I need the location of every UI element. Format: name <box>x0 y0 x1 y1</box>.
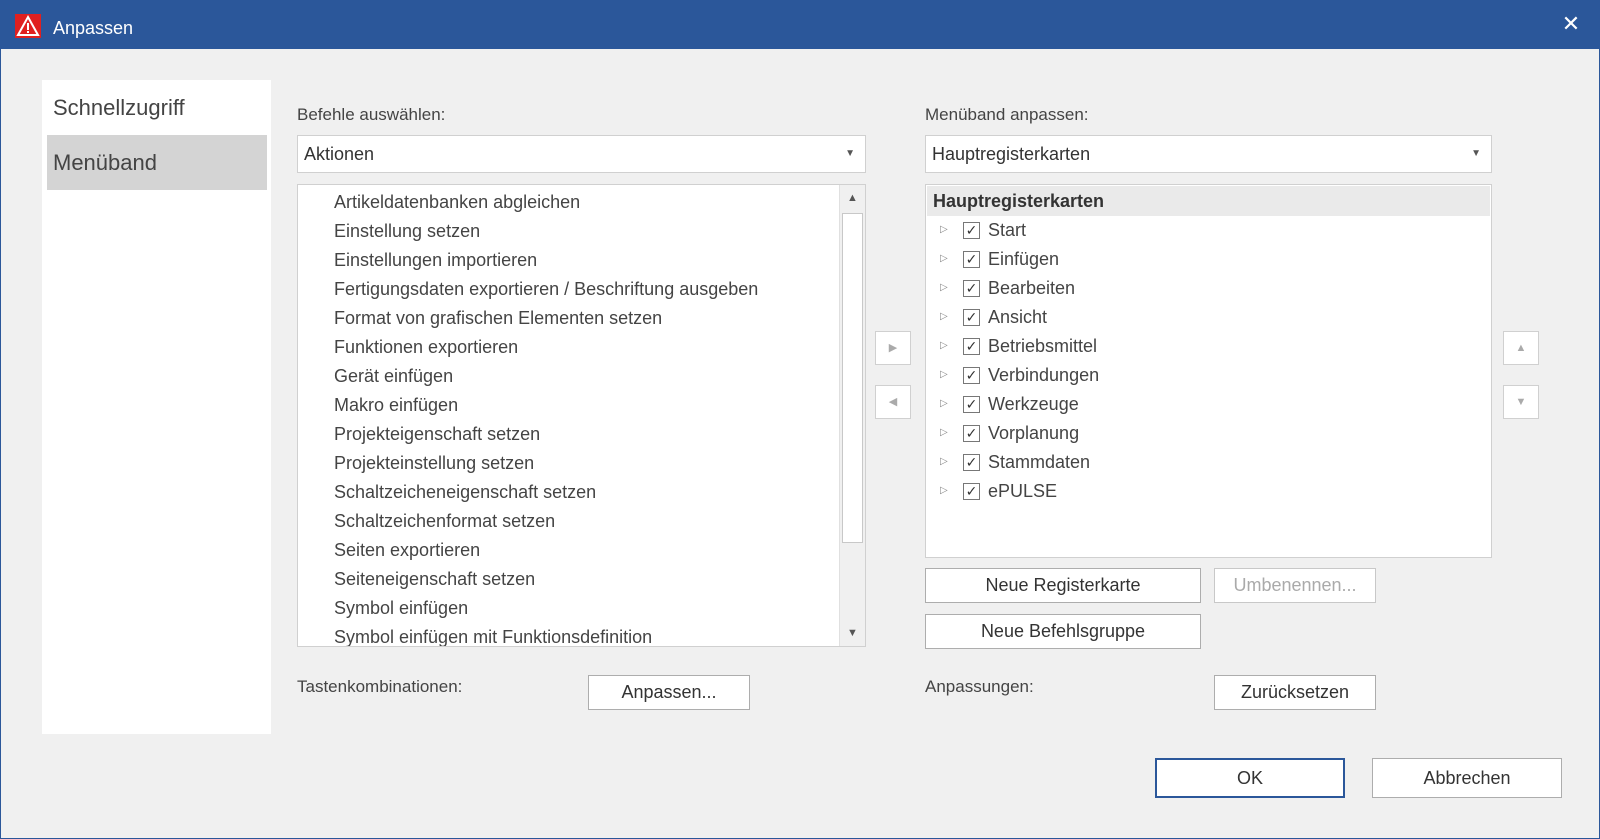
list-item[interactable]: Projekteinstellung setzen <box>334 453 534 474</box>
list-item[interactable]: Format von grafischen Elementen setzen <box>334 308 662 329</box>
tree-item-start[interactable]: ▷ ✓ Start <box>926 216 1491 245</box>
list-item[interactable]: Symbol einfügen <box>334 598 468 619</box>
tree-item-label: Stammdaten <box>988 452 1091 472</box>
expand-icon[interactable]: ▷ <box>940 221 952 239</box>
tree-item-label: ePULSE <box>988 481 1058 501</box>
expand-icon[interactable]: ▷ <box>940 482 952 500</box>
tree-item-label: Verbindungen <box>988 365 1100 385</box>
checkbox[interactable]: ✓ <box>963 251 980 268</box>
expand-icon[interactable]: ▷ <box>940 279 952 297</box>
tree-item-label: Betriebsmittel <box>988 336 1098 356</box>
warning-triangle-icon <box>15 14 41 38</box>
list-item[interactable]: Makro einfügen <box>334 395 458 416</box>
move-down-button[interactable]: ▼ <box>1503 385 1539 419</box>
tree-item-epulse[interactable]: ▷ ✓ ePULSE <box>926 477 1491 506</box>
new-group-button[interactable]: Neue Befehlsgruppe <box>925 614 1201 649</box>
command-list[interactable]: Artikeldatenbanken abgleichen Einstellun… <box>297 184 866 647</box>
tree-header[interactable]: Hauptregisterkarten <box>927 186 1490 216</box>
tree-item-label: Ansicht <box>988 307 1048 327</box>
checkbox[interactable]: ✓ <box>963 280 980 297</box>
list-item[interactable]: Einstellungen importieren <box>334 250 537 271</box>
expand-icon[interactable]: ▷ <box>940 395 952 413</box>
checkbox[interactable]: ✓ <box>963 367 980 384</box>
expand-icon[interactable]: ▷ <box>940 250 952 268</box>
arrow-up-icon: ▲ <box>1515 342 1527 354</box>
scroll-up-icon[interactable]: ▲ <box>840 185 865 211</box>
tree-item-label: Vorplanung <box>988 423 1080 443</box>
list-item[interactable]: Symbol einfügen mit Funktionsdefinition <box>334 627 652 646</box>
list-item[interactable]: Projekteigenschaft setzen <box>334 424 540 445</box>
checkbox[interactable]: ✓ <box>963 396 980 413</box>
checkbox[interactable]: ✓ <box>963 483 980 500</box>
reset-button[interactable]: Zurücksetzen <box>1214 675 1376 710</box>
checkbox[interactable]: ✓ <box>963 338 980 355</box>
list-item[interactable]: Fertigungsdaten exportieren / Beschriftu… <box>334 279 758 300</box>
expand-icon[interactable]: ▷ <box>940 337 952 355</box>
arrow-left-icon: ◀ <box>888 396 898 408</box>
expand-icon[interactable]: ▷ <box>940 366 952 384</box>
window-title: Anpassen <box>53 18 134 38</box>
tree-item-betriebsmittel[interactable]: ▷ ✓ Betriebsmittel <box>926 332 1491 361</box>
ribbon-combo-value: Hauptregisterkarten <box>932 144 1091 164</box>
checkbox[interactable]: ✓ <box>963 454 980 471</box>
list-item[interactable]: Gerät einfügen <box>334 366 453 387</box>
nav-item-schnellzugriff[interactable]: Schnellzugriff <box>47 80 267 135</box>
tree-item-bearbeiten[interactable]: ▷ ✓ Bearbeiten <box>926 274 1491 303</box>
customize-shortcuts-button[interactable]: Anpassen... <box>588 675 750 710</box>
expand-icon[interactable]: ▷ <box>940 424 952 442</box>
nav-item-menueband[interactable]: Menüband <box>47 135 267 190</box>
list-item[interactable]: Artikeldatenbanken abgleichen <box>334 192 580 213</box>
ribbon-tree[interactable]: Hauptregisterkarten ▷ ✓ Start ▷ ✓ Einfüg… <box>925 184 1492 558</box>
list-item[interactable]: Seiten exportieren <box>334 540 480 561</box>
tree-item-label: Start <box>988 220 1027 240</box>
ribbon-combo[interactable]: Hauptregisterkarten ▼ <box>925 135 1492 173</box>
checkbox[interactable]: ✓ <box>963 222 980 239</box>
tree-item-werkzeuge[interactable]: ▷ ✓ Werkzeuge <box>926 390 1491 419</box>
cancel-button[interactable]: Abbrechen <box>1372 758 1562 798</box>
list-item[interactable]: Einstellung setzen <box>334 221 480 242</box>
chevron-down-icon: ▼ <box>845 148 855 159</box>
tree-item-verbindungen[interactable]: ▷ ✓ Verbindungen <box>926 361 1491 390</box>
list-item[interactable]: Schaltzeichenformat setzen <box>334 511 555 532</box>
list-item[interactable]: Schaltzeicheneigenschaft setzen <box>334 482 596 503</box>
new-tab-button[interactable]: Neue Registerkarte <box>925 568 1201 603</box>
tree-item-label: Werkzeuge <box>988 394 1079 414</box>
list-item[interactable]: Funktionen exportieren <box>334 337 518 358</box>
checkbox[interactable]: ✓ <box>963 425 980 442</box>
category-nav: Schnellzugriff Menüband <box>42 80 271 734</box>
title-bar: Anpassen ✕ <box>1 1 1599 49</box>
ok-button[interactable]: OK <box>1155 758 1345 798</box>
commands-combo-value: Aktionen <box>304 144 375 164</box>
arrow-right-icon: ▶ <box>888 342 898 354</box>
expand-icon[interactable]: ▷ <box>940 453 952 471</box>
shortcuts-label: Tastenkombinationen: <box>297 677 463 696</box>
remove-command-button[interactable]: ◀ <box>875 385 911 419</box>
expand-icon[interactable]: ▷ <box>940 308 952 326</box>
tree-item-einfuegen[interactable]: ▷ ✓ Einfügen <box>926 245 1491 274</box>
tree-item-vorplanung[interactable]: ▷ ✓ Vorplanung <box>926 419 1491 448</box>
checkbox[interactable]: ✓ <box>963 309 980 326</box>
tree-item-label: Bearbeiten <box>988 278 1076 298</box>
commands-label: Befehle auswählen: <box>297 105 446 124</box>
command-list-scrollbar[interactable]: ▲ ▼ <box>839 185 865 646</box>
customize-dialog: Anpassen ✕ Schnellzugriff Menüband Befeh… <box>0 0 1600 839</box>
tree-item-stammdaten[interactable]: ▷ ✓ Stammdaten <box>926 448 1491 477</box>
tree-item-label: Einfügen <box>988 249 1060 269</box>
ribbon-label: Menüband anpassen: <box>925 105 1089 124</box>
arrow-down-icon: ▼ <box>1515 396 1527 408</box>
rename-button[interactable]: Umbenennen... <box>1214 568 1376 603</box>
close-button[interactable]: ✕ <box>1554 7 1588 41</box>
tree-item-ansicht[interactable]: ▷ ✓ Ansicht <box>926 303 1491 332</box>
list-item[interactable]: Seiteneigenschaft setzen <box>334 569 535 590</box>
scroll-down-icon[interactable]: ▼ <box>840 620 865 646</box>
chevron-down-icon: ▼ <box>1471 148 1481 159</box>
move-up-button[interactable]: ▲ <box>1503 331 1539 365</box>
customizations-label: Anpassungen: <box>925 677 1034 696</box>
scrollbar-thumb[interactable] <box>842 213 863 543</box>
commands-combo[interactable]: Aktionen ▼ <box>297 135 866 173</box>
add-command-button[interactable]: ▶ <box>875 331 911 365</box>
